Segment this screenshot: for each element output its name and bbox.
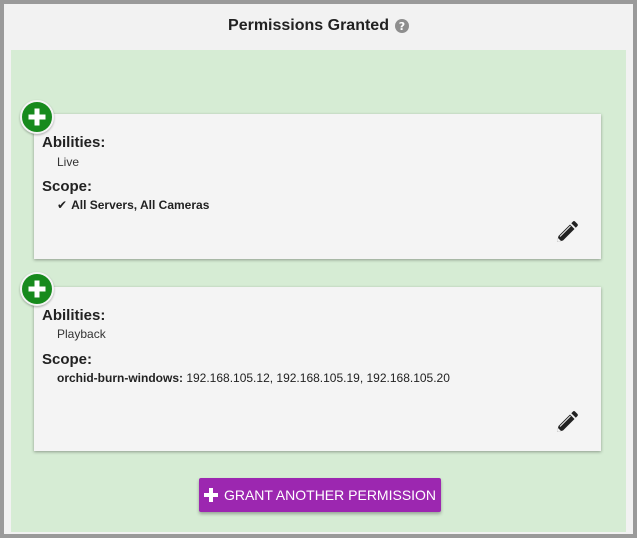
plus-icon bbox=[203, 488, 218, 502]
permission-card: Abilities: Live Scope: ✔ All Servers, All… bbox=[34, 114, 601, 259]
question-circle-icon[interactable]: ? bbox=[394, 19, 409, 33]
grant-button-label: GRANT ANOTHER PERMISSION bbox=[223, 487, 437, 503]
scope-value: All Servers, All Cameras bbox=[71, 198, 210, 212]
add-permission-button[interactable] bbox=[20, 100, 54, 134]
page-title-bar: Permissions Granted ? bbox=[4, 4, 633, 48]
page-title: Permissions Granted bbox=[228, 17, 389, 34]
scope-value-row: ✔ All Servers, All Cameras bbox=[57, 198, 209, 212]
edit-permission-button[interactable] bbox=[553, 220, 579, 246]
add-permission-button[interactable] bbox=[20, 272, 54, 306]
pencil-icon bbox=[557, 411, 578, 432]
plus-icon bbox=[28, 108, 46, 126]
pencil-icon bbox=[557, 221, 578, 242]
abilities-value: Playback bbox=[57, 327, 106, 341]
abilities-label: Abilities: bbox=[42, 307, 106, 324]
scope-label: Scope: bbox=[42, 178, 93, 195]
abilities-label: Abilities: bbox=[42, 134, 106, 151]
scope-server-name: orchid-burn-windows: bbox=[57, 371, 183, 385]
edit-permission-button[interactable] bbox=[553, 410, 579, 436]
permissions-window: Permissions Granted ? Abilities: Live Sc… bbox=[0, 0, 637, 538]
plus-icon bbox=[28, 280, 46, 298]
scope-value-row: orchid-burn-windows: 192.168.105.12, 192… bbox=[57, 371, 450, 385]
scope-value: 192.168.105.12, 192.168.105.19, 192.168.… bbox=[186, 371, 450, 385]
permissions-panel: Abilities: Live Scope: ✔ All Servers, All… bbox=[11, 50, 626, 532]
check-icon: ✔ bbox=[57, 198, 68, 212]
scope-label: Scope: bbox=[42, 351, 93, 368]
grant-another-permission-button[interactable]: GRANT ANOTHER PERMISSION bbox=[199, 478, 441, 512]
abilities-value: Live bbox=[57, 155, 80, 169]
permission-card: Abilities: Playback Scope: orchid-burn-w… bbox=[34, 287, 601, 451]
